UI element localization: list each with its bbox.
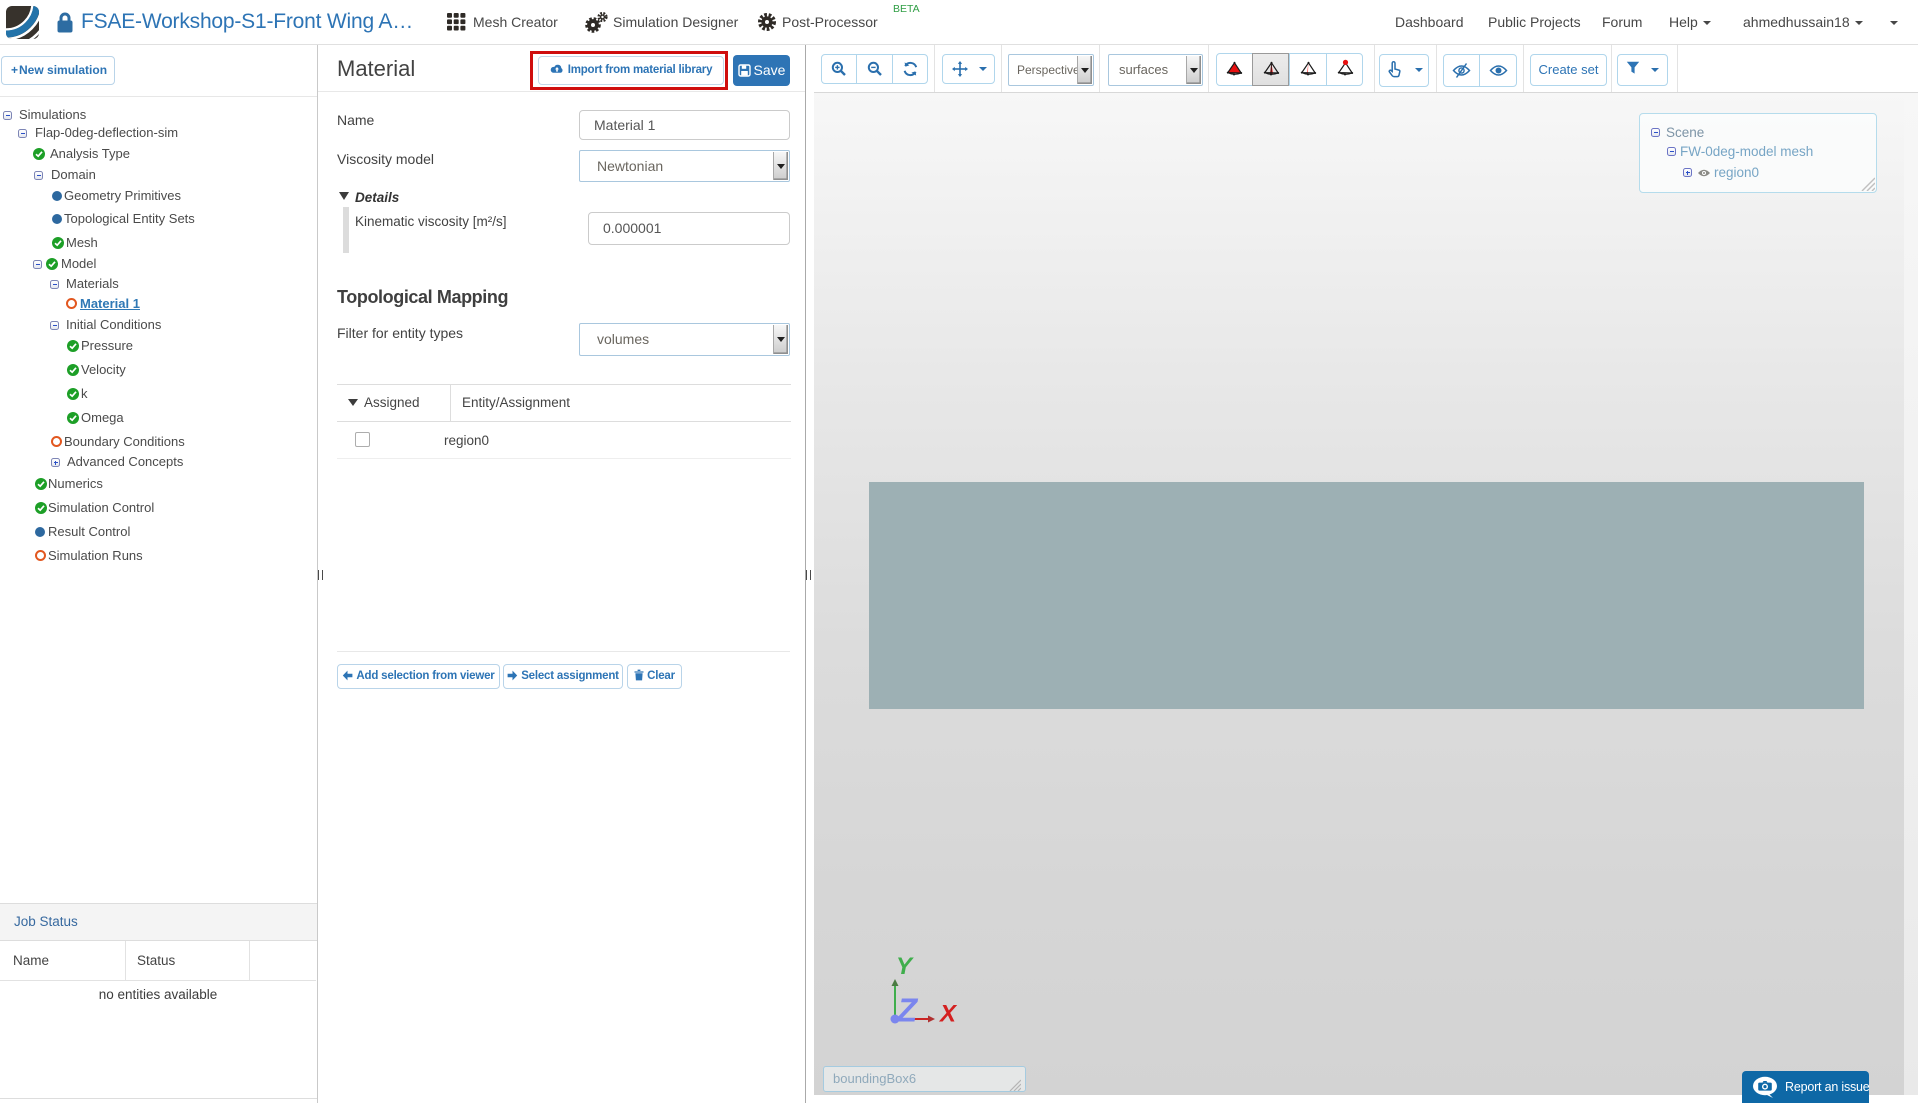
- svg-text:X: X: [938, 1001, 958, 1028]
- svg-text:Z: Z: [896, 992, 919, 1029]
- svg-text:Y: Y: [896, 953, 914, 980]
